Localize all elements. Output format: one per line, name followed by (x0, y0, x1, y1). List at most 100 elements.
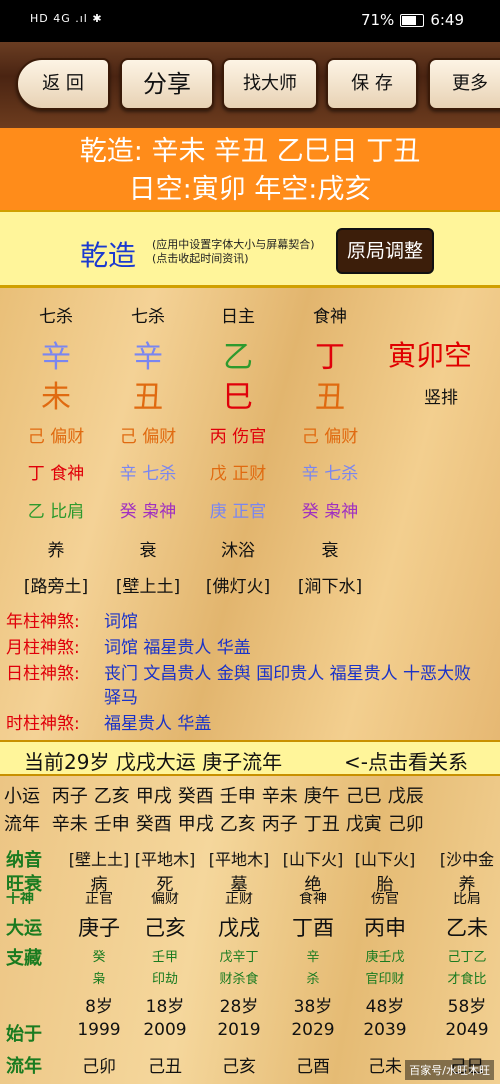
luck-cell-years: 2049 (445, 1020, 489, 1040)
font-note: (应用中设置字体大小与屏幕契合) (152, 238, 315, 251)
luck-cell-nayin: [平地木] (208, 850, 270, 869)
luck-cell-dayun[interactable]: 乙未 (430, 912, 500, 942)
life-stage: 养 (47, 541, 65, 561)
hidden-stem: 庚 正官 (209, 502, 267, 522)
pillar-nayin: [壁上土] (115, 577, 181, 597)
hidden-stem: 戊 正财 (209, 464, 267, 484)
luck-cell-years: 2019 (217, 1020, 261, 1040)
luck-cell-nayin: [壁上土] (68, 850, 130, 869)
life-stage: 衰 (321, 541, 339, 561)
more-button[interactable]: 更多 (428, 58, 500, 110)
luck-cell-zhicang2: 财杀食 (219, 972, 259, 987)
luck-cell-liunian: 己卯 (82, 1057, 116, 1077)
luck-cell-zhicang1: 戊辛丁 (219, 950, 259, 965)
luck-cell-ages: 18岁 (145, 997, 185, 1017)
luck-cell-dayun[interactable]: 丙申 (348, 912, 422, 942)
hidden-stem: 丙 伤官 (209, 427, 267, 447)
hidden-stem: 己 偏财 (301, 427, 359, 447)
luck-table: 小运 丙子 乙亥 甲戌 癸酉 壬申 辛未 庚午 己巳 戊辰 流年 辛未 壬申 癸酉 甲戌 乙亥 丙子 丁丑戊… (0, 776, 500, 1084)
earthly-branch: 丑 (315, 380, 345, 415)
luck-cell-ages: 58岁 (447, 997, 487, 1017)
luck-cell-nayin: [山下火] (354, 850, 416, 869)
hidden-stem: 辛 七杀 (119, 464, 177, 484)
collapse-note[interactable]: (点击收起时间资讯) (152, 252, 315, 266)
hidden-stem: 癸 枭神 (119, 502, 177, 522)
battery-icon (400, 14, 425, 27)
luck-cell-shishen: 伤官 (371, 892, 399, 904)
pillars-panel: 七杀 七杀 日主 食神 辛 辛 乙 丁 未 丑 巳 丑 寅卯空 竖排 己 偏财 … (0, 288, 500, 740)
pillar-nayin: [涧下水] (297, 577, 363, 597)
void-line: 日空:寅卯 年空:戌亥 (128, 174, 372, 205)
luck-cell-shishen: 比肩 (453, 892, 481, 904)
vertical-layout-toggle[interactable]: 竖排 (424, 383, 458, 408)
luck-cell-nayin: [山下火] (282, 850, 344, 869)
hidden-stem: 癸 枭神 (301, 502, 359, 522)
luck-cell-ages: 48岁 (365, 997, 405, 1017)
luck-cell-dayun[interactable]: 戊戌 (202, 912, 276, 942)
heavenly-stem: 丁 (315, 340, 345, 375)
luck-cell-dayun[interactable]: 丁酉 (276, 912, 350, 942)
pillar-head: 七杀 (131, 307, 165, 327)
luck-cell-years: 1999 (77, 1020, 121, 1040)
toolbar: 返 回 分享 找大师 保 存 更多 (0, 42, 500, 128)
life-stage: 沐浴 (221, 541, 255, 561)
luck-cell-zhicang2: 才食比 (447, 972, 487, 987)
clock: 6:49 (430, 11, 464, 29)
share-button[interactable]: 分享 (120, 58, 214, 110)
pillar-head: 食神 (313, 307, 347, 327)
bazi-line: 乾造: 辛未 辛丑 乙巳日 丁丑 (79, 136, 421, 167)
luck-cell-liunian: 己酉 (296, 1057, 330, 1077)
back-button[interactable]: 返 回 (16, 58, 110, 110)
battery-percent: 71% (360, 11, 395, 29)
pillar-nayin: [佛灯火] (205, 577, 271, 597)
luck-cell-ages: 28岁 (219, 997, 259, 1017)
adjust-chart-button[interactable]: 原局调整 (336, 228, 434, 274)
pillar-head: 七杀 (39, 307, 73, 327)
view-relations-link[interactable]: <-点击看关系 (344, 746, 468, 775)
minor-luck-row: 小运 丙子 乙亥 甲戌 癸酉 壬申 辛未 庚午 己巳 戊辰 (4, 786, 424, 807)
luck-cell-zhicang1: 庚壬戊 (365, 950, 405, 965)
earthly-branch: 丑 (133, 380, 163, 415)
chart-summary: 乾造: 辛未 辛丑 乙巳日 丁丑 日空:寅卯 年空:戌亥 (0, 128, 500, 210)
shensha-day: 日柱神煞: 丧门 文昌贵人 金舆 国印贵人 福星贵人 十恶大败 驿马 (6, 664, 472, 708)
luck-cell-zhicang1: 壬甲 (151, 950, 178, 965)
find-master-button[interactable]: 找大师 (222, 58, 318, 110)
row-label-shishen: 十神 (6, 892, 34, 904)
luck-cell-zhicang1: 己丁乙 (447, 950, 487, 965)
info-banner[interactable]: 乾造 (应用中设置字体大小与屏幕契合) (点击收起时间资讯) 原局调整 (0, 210, 500, 288)
shensha-month: 月柱神煞: 词馆 福星贵人 华盖 (6, 638, 251, 658)
luck-cell-liunian: 己丑 (148, 1057, 182, 1077)
heavenly-stem: 辛 (41, 340, 71, 375)
status-bar: HD 4G .ıl ✱ 71% 6:49 (0, 0, 500, 42)
row-label-start: 始于 (6, 1024, 42, 1045)
save-button[interactable]: 保 存 (326, 58, 418, 110)
current-luck-bar[interactable]: 当前29岁 戊戌大运 庚子流年 <-点击看关系 (0, 740, 500, 776)
luck-cell-dayun[interactable]: 庚子 (62, 912, 136, 942)
luck-cell-zhicang2: 枭 (92, 972, 106, 987)
heavenly-stem: 辛 (133, 340, 163, 375)
row-label-zhicang: 支藏 (6, 948, 42, 969)
earthly-branch: 巳 (223, 380, 253, 415)
luck-cell-years: 2039 (363, 1020, 407, 1040)
luck-cell-years: 2009 (143, 1020, 187, 1040)
heavenly-stem: 乙 (223, 340, 253, 375)
shensha-year: 年柱神煞: 词馆 (6, 612, 138, 632)
chart-type-title: 乾造 (80, 239, 137, 272)
signal-indicators: HD 4G .ıl ✱ (30, 12, 103, 25)
pillar-head: 日主 (221, 307, 255, 327)
watermark: 百家号/水旺木旺 (405, 1060, 494, 1080)
pillar-nayin: [路旁土] (23, 577, 89, 597)
luck-cell-shishen: 正财 (225, 892, 253, 904)
hidden-stem: 己 偏财 (119, 427, 177, 447)
current-luck-text: 当前29岁 戊戌大运 庚子流年 (24, 750, 283, 774)
luck-cell-zhicang2: 印劫 (151, 972, 178, 987)
hidden-stem: 辛 七杀 (301, 464, 359, 484)
luck-cell-shishen: 正官 (85, 892, 113, 904)
luck-cell-dayun[interactable]: 己亥 (128, 912, 202, 942)
row-label-nayin: 纳音 (6, 850, 42, 871)
luck-cell-zhicang1: 癸 (92, 950, 106, 965)
luck-cell-years: 2029 (291, 1020, 335, 1040)
earthly-branch: 未 (41, 380, 71, 415)
luck-cell-nayin: [平地木] (134, 850, 196, 869)
luck-cell-ages: 38岁 (293, 997, 333, 1017)
